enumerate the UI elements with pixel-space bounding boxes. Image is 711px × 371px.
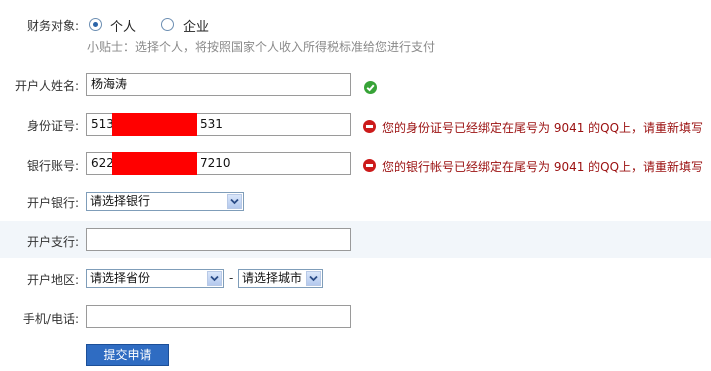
- target-label: 财务对象:: [26, 19, 79, 33]
- id-number-label: 身份证号:: [26, 119, 79, 133]
- id-number-redaction: [112, 113, 197, 136]
- radio-person[interactable]: [89, 18, 102, 31]
- province-select-value: 请选择省份: [90, 271, 151, 285]
- bank-account-suffix: 7210: [200, 156, 231, 170]
- minus-circle-icon: [363, 120, 376, 133]
- branch-label: 开户支行:: [26, 235, 79, 249]
- id-number-prefix: 513: [91, 117, 114, 131]
- account-name-input[interactable]: 杨海涛: [86, 73, 351, 96]
- province-select[interactable]: 请选择省份: [86, 269, 224, 288]
- city-select-value: 请选择城市: [242, 271, 303, 285]
- bank-select-value: 请选择银行: [90, 194, 151, 208]
- bank-account-label: 银行账号:: [26, 159, 79, 173]
- bank-select[interactable]: 请选择银行: [86, 192, 244, 211]
- id-number-input[interactable]: 513 531: [86, 113, 351, 136]
- id-number-suffix: 531: [200, 117, 223, 131]
- bank-account-input[interactable]: 622 7210: [86, 152, 351, 175]
- bank-label: 开户银行:: [26, 196, 79, 210]
- tax-tip: 小贴士：选择个人，将按照国家个人收入所得税标准给您进行支付: [87, 40, 436, 54]
- bank-account-error: 您的银行帐号已经绑定在尾号为 9041 的QQ上，请重新填写: [382, 160, 704, 174]
- submit-button[interactable]: 提交申请: [86, 344, 169, 366]
- phone-input[interactable]: [86, 305, 351, 328]
- chevron-down-icon[interactable]: [207, 271, 222, 286]
- radio-person-label[interactable]: 个人: [110, 16, 136, 35]
- chevron-down-icon[interactable]: [306, 271, 321, 286]
- city-select[interactable]: 请选择城市: [238, 269, 323, 288]
- radio-company-label[interactable]: 企业: [183, 16, 209, 35]
- bank-account-redaction: [112, 152, 197, 175]
- check-circle-icon: [364, 81, 377, 94]
- minus-circle-icon: [363, 159, 376, 172]
- id-number-error: 您的身份证号已经绑定在尾号为 9041 的QQ上，请重新填写: [382, 121, 704, 135]
- branch-input[interactable]: [86, 228, 351, 251]
- account-name-label: 开户人姓名:: [14, 79, 79, 93]
- region-separator: -: [229, 271, 234, 285]
- region-label: 开户地区:: [26, 273, 79, 287]
- radio-company[interactable]: [161, 18, 174, 31]
- bank-account-prefix: 622: [91, 156, 114, 170]
- chevron-down-icon[interactable]: [227, 194, 242, 209]
- phone-label: 手机/电话:: [22, 312, 79, 326]
